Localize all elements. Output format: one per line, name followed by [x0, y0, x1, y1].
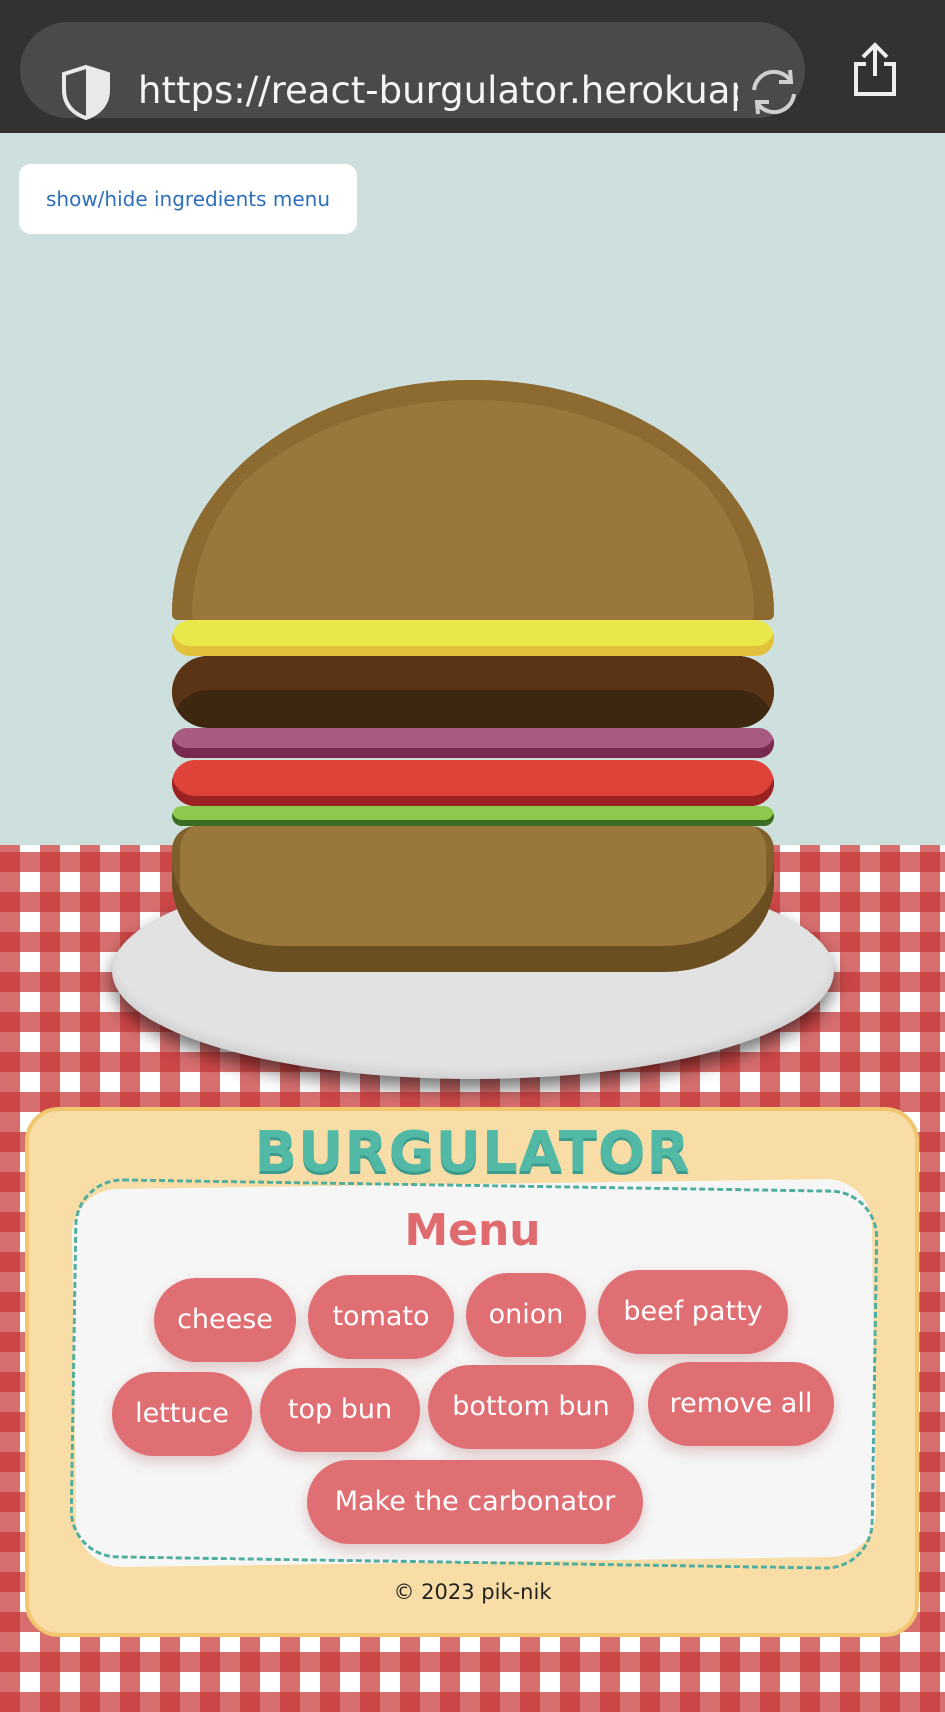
address-bar[interactable]: https://react-burgulator.herokuap...	[20, 22, 805, 120]
burger-onion	[172, 728, 774, 758]
shield-icon[interactable]	[60, 64, 112, 120]
burger-bottom-bun	[172, 826, 774, 972]
menu-title: Menu	[404, 1205, 541, 1256]
reload-icon[interactable]	[746, 66, 802, 118]
toggle-ingredients-menu-button[interactable]: show/hide ingredients menu	[19, 164, 357, 234]
burger-cheese	[172, 620, 774, 656]
browser-toolbar: https://react-burgulator.herokuap...	[0, 0, 945, 133]
add-onion-button[interactable]: onion	[466, 1273, 586, 1357]
burger-tomato	[172, 760, 774, 806]
add-bottom-bun-button[interactable]: bottom bun	[428, 1365, 634, 1449]
add-tomato-button[interactable]: tomato	[308, 1275, 454, 1359]
footer-copyright: © 2023 pik-nik	[393, 1580, 552, 1604]
make-carbonator-button[interactable]: Make the carbonator	[307, 1460, 643, 1544]
burger-beef-patty	[172, 656, 774, 728]
add-beef-patty-button[interactable]: beef patty	[598, 1270, 788, 1354]
remove-all-button[interactable]: remove all	[648, 1362, 834, 1446]
url-text[interactable]: https://react-burgulator.herokuap...	[138, 66, 738, 116]
share-icon[interactable]	[850, 42, 900, 98]
add-lettuce-button[interactable]: lettuce	[112, 1372, 252, 1456]
brand-logo: BURGULATOR	[254, 1120, 691, 1185]
add-cheese-button[interactable]: cheese	[154, 1278, 296, 1362]
add-top-bun-button[interactable]: top bun	[260, 1368, 420, 1452]
burger-lettuce	[172, 806, 774, 826]
